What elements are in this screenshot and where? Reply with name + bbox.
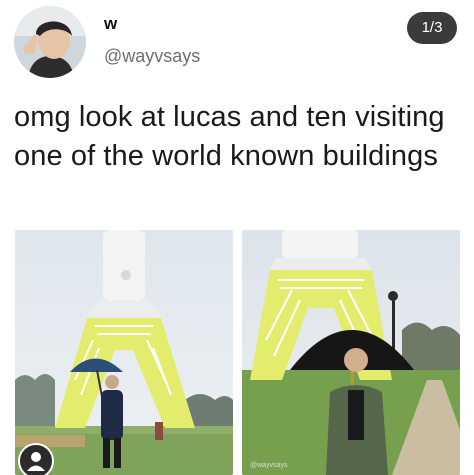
profile-button[interactable]	[18, 443, 54, 475]
media-counter-badge: 1/3	[407, 12, 457, 44]
avatar-photo	[14, 6, 86, 78]
user-handle[interactable]: @wayvsays	[104, 46, 200, 67]
media-image-2[interactable]	[242, 230, 460, 475]
image-watermark: @wayvsays	[250, 462, 288, 469]
photo-person-umbrella-blue-icon	[15, 230, 233, 475]
post-text: omg look at lucas and ten visiting one o…	[14, 101, 445, 172]
display-name[interactable]: w	[104, 14, 117, 34]
media-image-1[interactable]	[15, 230, 233, 475]
avatar[interactable]	[14, 6, 86, 78]
person-icon	[27, 452, 45, 471]
photo-person-umbrella-black-icon	[242, 230, 460, 475]
